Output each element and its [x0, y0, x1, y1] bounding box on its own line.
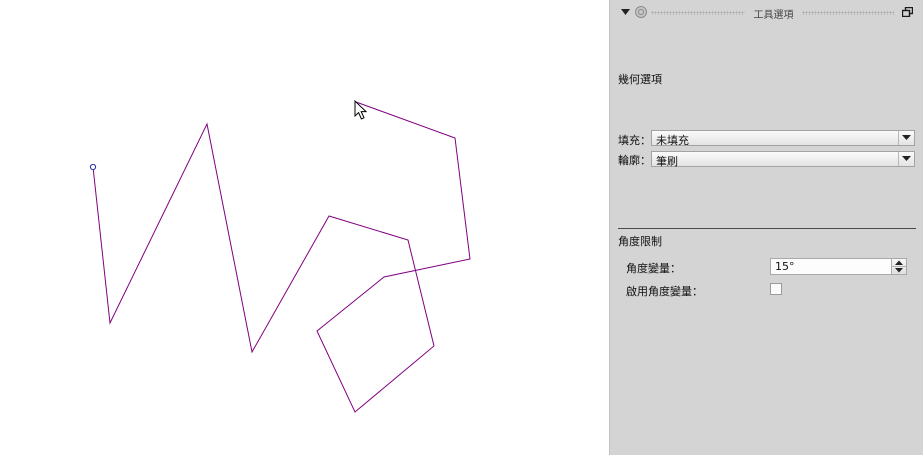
chevron-down-icon: [895, 268, 903, 273]
triangle-down-icon[interactable]: [621, 8, 630, 16]
enable-angle-delta-checkbox[interactable]: [770, 283, 782, 295]
drawing-canvas[interactable]: [0, 0, 609, 455]
enable-angle-delta-label: 啟用角度變量：: [626, 285, 703, 298]
outline-label: 輪廓：: [618, 154, 651, 167]
drawn-polyline: [92, 101, 471, 413]
chevron-down-icon: [898, 152, 914, 166]
fill-dropdown-value: 未填充: [656, 134, 689, 147]
geometry-options-label: 幾何選項: [618, 73, 662, 86]
circle-badge-icon: [635, 6, 647, 18]
angle-delta-label: 角度變量：: [626, 262, 681, 275]
chevron-up-icon: [895, 260, 903, 265]
panel-header: 工具選項: [610, 0, 923, 26]
float-window-icon[interactable]: [902, 7, 913, 17]
stepper-down-button[interactable]: [892, 267, 906, 274]
fill-label: 填充：: [618, 134, 651, 147]
header-grip-left[interactable]: [651, 11, 745, 15]
angle-delta-stepper[interactable]: [891, 258, 907, 275]
angle-delta-value: 15°: [775, 260, 795, 273]
tool-options-panel: 工具選項 幾何選項 填充： 未填充 輪廓： 筆刷 角度限制 角度變量： 15° …: [609, 0, 923, 455]
chevron-down-icon: [898, 131, 914, 145]
start-point-handle: [89, 163, 97, 171]
panel-title: 工具選項: [753, 10, 794, 21]
outline-dropdown-value: 筆刷: [656, 155, 678, 168]
angle-constraint-label: 角度限制: [618, 235, 662, 248]
angle-delta-input[interactable]: 15°: [770, 258, 892, 275]
stepper-up-button[interactable]: [892, 259, 906, 267]
header-grip-right[interactable]: [802, 11, 894, 15]
canvas-svg: [89, 99, 471, 413]
fill-dropdown[interactable]: 未填充: [651, 130, 915, 147]
section-divider: [618, 228, 916, 229]
outline-dropdown[interactable]: 筆刷: [651, 151, 915, 168]
